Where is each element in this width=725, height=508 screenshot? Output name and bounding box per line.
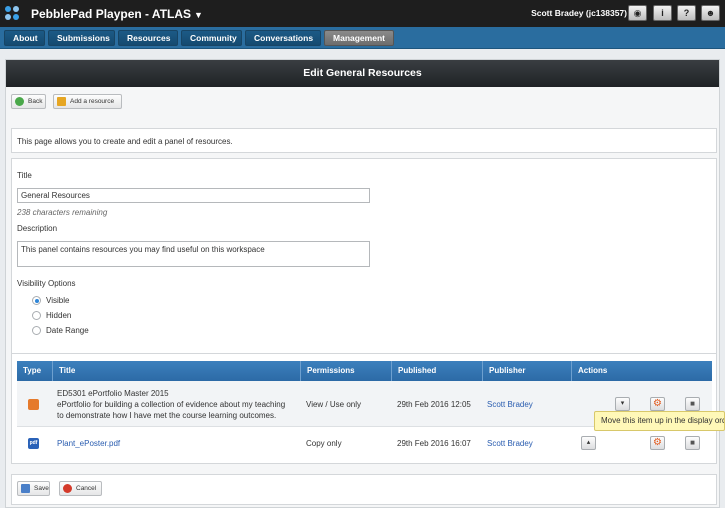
help-icon[interactable]: ?: [677, 5, 696, 21]
add-resource-icon: [57, 97, 66, 106]
resource-title: ED5301 ePortfolio Master 2015: [57, 389, 169, 398]
app-title: PebblePad Playpen - ATLAS: [31, 6, 192, 21]
radio-visible-label: Visible: [46, 296, 70, 305]
page-title: Edit General Resources: [6, 60, 719, 87]
col-permissions: Permissions: [300, 361, 391, 381]
resource-published: 29th Feb 2016 16:07: [397, 439, 471, 448]
radio-hidden-label: Hidden: [46, 311, 72, 320]
tab-resources[interactable]: Resources: [118, 30, 178, 46]
description-label: Description: [17, 224, 58, 233]
portfolio-icon: [28, 399, 39, 410]
resources-table-header: Type Title Permissions Published Publish…: [17, 361, 712, 381]
save-button[interactable]: Save: [17, 481, 50, 496]
move-up-tooltip: Move this item up in the display order: [594, 411, 725, 431]
visibility-label: Visibility Options: [17, 279, 76, 288]
cancel-button[interactable]: Cancel: [59, 481, 102, 496]
title-input[interactable]: General Resources: [17, 188, 370, 203]
resource-publisher-link[interactable]: Scott Bradey: [487, 439, 533, 448]
radio-visible[interactable]: [32, 296, 41, 305]
user-icon[interactable]: ☻: [701, 5, 720, 21]
move-down-button[interactable]: ▾: [615, 397, 630, 411]
radio-hidden[interactable]: [32, 311, 41, 320]
intro-text: This page allows you to create and edit …: [17, 137, 233, 146]
add-resource-label: Add a resource: [70, 98, 115, 105]
pebblepad-logo-icon: [5, 5, 21, 22]
top-bar: PebblePad Playpen - ATLAS ▼ Scott Bradey …: [0, 0, 725, 27]
resource-permissions: Copy only: [306, 439, 342, 448]
tab-community[interactable]: Community: [181, 30, 242, 46]
footer-box: Save Cancel: [11, 474, 717, 505]
tab-conversations[interactable]: Conversations: [245, 30, 321, 46]
resource-description: to demonstrate how I have met the course…: [57, 411, 277, 420]
caret-down-icon: ▼: [194, 9, 203, 20]
delete-button[interactable]: ■: [685, 397, 700, 411]
back-button[interactable]: Back: [11, 94, 46, 109]
chars-remaining: 238 characters remaining: [17, 208, 108, 217]
tab-management[interactable]: Management: [324, 30, 394, 46]
back-arrow-icon: [15, 97, 24, 106]
radio-date-range[interactable]: [32, 326, 41, 335]
col-title: Title: [52, 361, 300, 381]
workspace-switcher[interactable]: PebblePad Playpen - ATLAS ▼: [31, 7, 203, 21]
col-published: Published: [391, 361, 482, 381]
gear-icon: ⚙: [653, 437, 662, 448]
info-icon[interactable]: i: [653, 5, 672, 21]
user-name: Scott Bradey (jc138357): [531, 8, 627, 18]
col-actions: Actions: [571, 361, 712, 381]
back-label: Back: [28, 98, 43, 105]
cancel-label: Cancel: [76, 485, 97, 492]
description-textarea[interactable]: This panel contains resources you may fi…: [17, 241, 370, 267]
add-resource-button[interactable]: Add a resource: [53, 94, 122, 109]
resource-permissions: View / Use only: [306, 400, 361, 409]
tab-about[interactable]: About: [4, 30, 45, 46]
settings-gear-button[interactable]: ⚙: [650, 436, 665, 450]
title-label: Title: [17, 171, 32, 180]
eye-icon[interactable]: ◉: [628, 5, 647, 21]
cancel-x-icon: [63, 484, 72, 493]
resource-published: 29th Feb 2016 12:05: [397, 400, 471, 409]
save-label: Save: [34, 485, 49, 492]
settings-gear-button[interactable]: ⚙: [650, 397, 665, 411]
tab-submissions[interactable]: Submissions: [48, 30, 115, 46]
col-type: Type: [23, 366, 42, 375]
resource-publisher-link[interactable]: Scott Bradey: [487, 400, 533, 409]
radio-date-range-label: Date Range: [46, 326, 89, 335]
main-nav: About Submissions Resources Community Co…: [0, 27, 725, 49]
gear-icon: ⚙: [653, 398, 662, 409]
pdf-icon: pdf: [28, 438, 39, 449]
trash-icon: ■: [690, 399, 695, 408]
resource-description: ePortfolio for building a collection of …: [57, 400, 286, 409]
table-row: pdf Plant_ePoster.pdf Copy only 29th Feb…: [17, 427, 712, 459]
col-publisher: Publisher: [482, 361, 571, 381]
delete-button[interactable]: ■: [685, 436, 700, 450]
save-disk-icon: [21, 484, 30, 493]
intro-box: This page allows you to create and edit …: [11, 128, 717, 153]
trash-icon: ■: [690, 438, 695, 447]
move-up-button[interactable]: ▴: [581, 436, 596, 450]
resource-title-link[interactable]: Plant_ePoster.pdf: [57, 439, 120, 448]
